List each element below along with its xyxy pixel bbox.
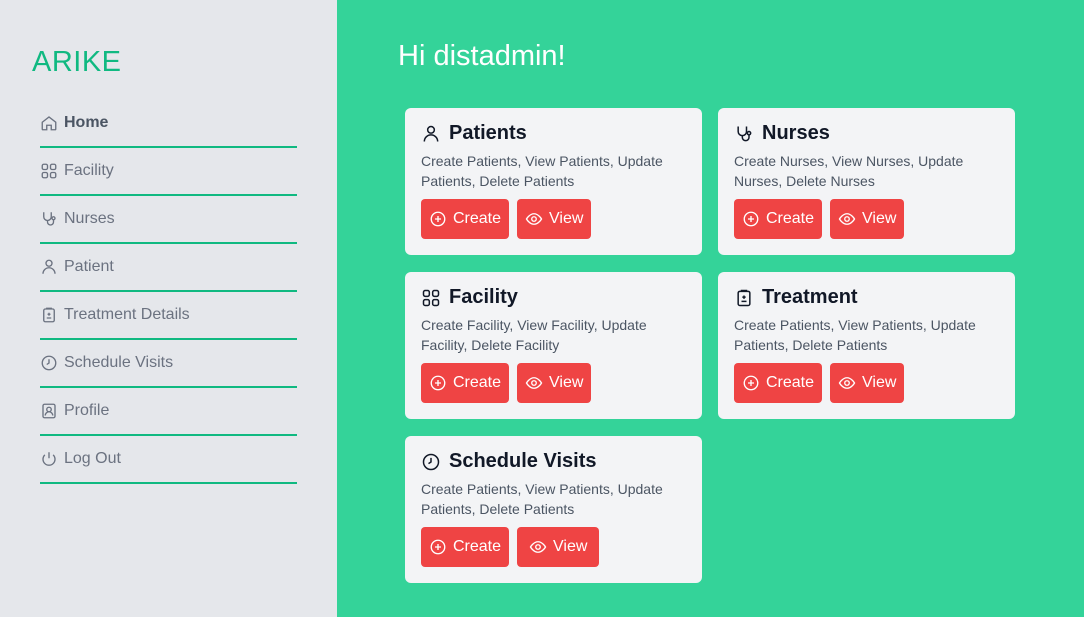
- card-actions: Create View: [734, 199, 999, 239]
- card-title: Treatment: [734, 286, 999, 309]
- grid-icon: [40, 162, 58, 180]
- main-content: Hi distadmin! Patients Create Patients, …: [337, 0, 1084, 617]
- clock-icon: [40, 354, 58, 372]
- patients-card: Patients Create Patients, View Patients,…: [405, 108, 702, 255]
- card-title-text: Treatment: [762, 286, 858, 308]
- sidebar: ARIKE Home Facility Nurses Patient Treat…: [0, 0, 337, 617]
- sidebar-item-logout[interactable]: Log Out: [40, 436, 297, 484]
- clock-icon: [421, 451, 441, 473]
- button-label: Create: [453, 210, 502, 227]
- sidebar-item-label: Patient: [64, 258, 114, 275]
- view-facility-button[interactable]: View: [517, 363, 592, 403]
- sidebar-item-label: Schedule Visits: [64, 354, 174, 371]
- grid-icon: [421, 287, 441, 309]
- eye-icon: [525, 374, 543, 392]
- card-title-text: Facility: [449, 286, 518, 308]
- power-icon: [40, 450, 58, 468]
- card-description: Create Patients, View Patients, Update P…: [421, 481, 663, 517]
- facility-card: Facility Create Facility, View Facility,…: [405, 272, 702, 419]
- eye-icon: [838, 374, 856, 392]
- card-actions: Create View: [421, 199, 686, 239]
- button-label: View: [862, 210, 897, 227]
- sidebar-item-label: Nurses: [64, 210, 115, 227]
- card-title: Schedule Visits: [421, 450, 686, 473]
- card-title: Facility: [421, 286, 686, 309]
- clipboard-icon: [40, 306, 58, 324]
- sidebar-item-home[interactable]: Home: [40, 100, 297, 148]
- card-description: Create Patients, View Patients, Update P…: [421, 153, 663, 189]
- card-title-text: Nurses: [762, 122, 830, 144]
- card-title: Patients: [421, 122, 686, 145]
- stethoscope-icon: [734, 123, 754, 145]
- button-label: Create: [766, 210, 815, 227]
- user-icon: [40, 258, 58, 276]
- card-title: Nurses: [734, 122, 999, 145]
- schedule-visits-card: Schedule Visits Create Patients, View Pa…: [405, 436, 702, 583]
- eye-icon: [838, 210, 856, 228]
- sidebar-item-profile[interactable]: Profile: [40, 388, 297, 436]
- create-nurses-button[interactable]: Create: [734, 199, 823, 239]
- user-icon: [421, 123, 441, 145]
- card-title-text: Patients: [449, 122, 527, 144]
- profile-icon: [40, 402, 58, 420]
- button-label: Create: [453, 538, 502, 555]
- view-nurses-button[interactable]: View: [830, 199, 905, 239]
- eye-icon: [529, 538, 547, 556]
- sidebar-item-patient[interactable]: Patient: [40, 244, 297, 292]
- home-icon: [40, 114, 58, 132]
- plus-circle-icon: [429, 538, 447, 556]
- greeting: Hi distadmin!: [398, 40, 566, 72]
- view-treatment-button[interactable]: View: [830, 363, 905, 403]
- view-visits-button[interactable]: View: [517, 527, 600, 567]
- nurses-card: Nurses Create Nurses, View Nurses, Updat…: [718, 108, 1015, 255]
- card-actions: Create View: [421, 363, 686, 403]
- card-description: Create Nurses, View Nurses, Update Nurse…: [734, 153, 964, 189]
- sidebar-item-label: Log Out: [64, 450, 121, 467]
- sidebar-item-facility[interactable]: Facility: [40, 148, 297, 196]
- brand-logo[interactable]: ARIKE: [32, 46, 122, 79]
- card-title-text: Schedule Visits: [449, 450, 597, 472]
- create-patients-button[interactable]: Create: [421, 199, 510, 239]
- button-label: Create: [453, 374, 502, 391]
- sidebar-item-schedule-visits[interactable]: Schedule Visits: [40, 340, 297, 388]
- button-label: View: [549, 374, 584, 391]
- plus-circle-icon: [742, 374, 760, 392]
- button-label: View: [553, 538, 588, 555]
- sidebar-item-label: Profile: [64, 402, 110, 419]
- button-label: View: [549, 210, 584, 227]
- create-visit-button[interactable]: Create: [421, 527, 510, 567]
- sidebar-nav: Home Facility Nurses Patient Treatment D…: [40, 100, 297, 484]
- sidebar-item-label: Home: [64, 114, 109, 131]
- card-description: Create Patients, View Patients, Update P…: [734, 317, 976, 353]
- sidebar-item-label: Treatment Details: [64, 306, 190, 323]
- sidebar-item-nurses[interactable]: Nurses: [40, 196, 297, 244]
- sidebar-item-treatment-details[interactable]: Treatment Details: [40, 292, 297, 340]
- plus-circle-icon: [429, 374, 447, 392]
- card-description: Create Facility, View Facility, Update F…: [421, 317, 647, 353]
- create-facility-button[interactable]: Create: [421, 363, 510, 403]
- card-actions: Create View: [734, 363, 999, 403]
- plus-circle-icon: [742, 210, 760, 228]
- eye-icon: [525, 210, 543, 228]
- treatment-card: Treatment Create Patients, View Patients…: [718, 272, 1015, 419]
- button-label: Create: [766, 374, 815, 391]
- card-actions: Create View: [421, 527, 686, 567]
- create-treatment-button[interactable]: Create: [734, 363, 823, 403]
- stethoscope-icon: [40, 210, 58, 228]
- plus-circle-icon: [429, 210, 447, 228]
- button-label: View: [862, 374, 897, 391]
- view-patients-button[interactable]: View: [517, 199, 592, 239]
- sidebar-item-label: Facility: [64, 162, 114, 179]
- clipboard-icon: [734, 287, 754, 309]
